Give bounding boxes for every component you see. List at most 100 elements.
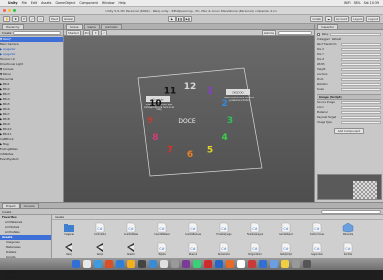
rect-tool-icon[interactable]: ▭ (37, 16, 45, 22)
hand-tool-icon[interactable]: ✋ (3, 16, 11, 22)
dock-app-icon[interactable] (138, 260, 146, 268)
dock-app-icon[interactable] (281, 260, 289, 268)
image-field-input[interactable] (341, 100, 381, 105)
asset-item[interactable]: C# FinalizarJuego (211, 222, 237, 239)
asset-item[interactable]: C# Instrucciones (304, 222, 330, 239)
image-field-input[interactable] (341, 120, 381, 125)
menu-edit[interactable]: Edit (31, 1, 37, 5)
clock-number-10[interactable]: 10 (149, 99, 162, 109)
inspector-field-input[interactable] (341, 57, 381, 62)
dock-app-icon[interactable] (204, 260, 212, 268)
collab-button[interactable]: Collab (310, 16, 324, 22)
dock-app-icon[interactable] (292, 260, 300, 268)
close-window-button[interactable] (3, 9, 6, 12)
asset-item[interactable]: Reloj2 (87, 242, 113, 259)
clock-status[interactable]: Sat 10:39 (364, 1, 379, 5)
asset-item[interactable]: C# FinalizarJuego2 (242, 222, 268, 239)
tag-dropdown[interactable]: Untagged (317, 38, 330, 41)
move-tool-icon[interactable]: ✥ (12, 16, 19, 22)
audio-icon[interactable]: ♪ (101, 29, 107, 36)
gizmos-dropdown[interactable]: Gizmos (261, 29, 276, 36)
dock-app-icon[interactable] (303, 260, 311, 268)
tab-hierarchy[interactable]: Hierarchy (2, 24, 24, 29)
menu-component[interactable]: Component (79, 1, 98, 5)
step-icon[interactable]: ▶❚ (184, 16, 192, 22)
tab-project[interactable]: Project (2, 203, 20, 208)
asset-item[interactable]: Reloj (56, 242, 82, 259)
clock-number-12[interactable]: 12 (184, 82, 197, 92)
folder-tree-item[interactable]: Texturas (0, 275, 51, 280)
layer-dropdown[interactable]: Default (332, 38, 341, 41)
project-search-input[interactable] (321, 209, 381, 214)
layers-dropdown[interactable]: Layers (351, 16, 365, 22)
shading-dropdown[interactable]: Shaded (66, 29, 81, 36)
asset-item[interactable]: C# CuentaBuenas (180, 222, 206, 239)
clock-number-1[interactable]: 1 (207, 87, 213, 97)
dock-app-icon[interactable] (72, 260, 80, 268)
asset-item[interactable]: C# CuentaMalas2 (149, 222, 175, 239)
project-create-button[interactable]: Create (2, 210, 11, 214)
tab-scene[interactable]: Scene (66, 24, 83, 29)
clock-number-3[interactable]: 3 (227, 116, 233, 126)
object-active-checkbox[interactable] (317, 33, 320, 36)
asset-item[interactable]: C# Segundero (304, 242, 330, 259)
asset-item[interactable]: C# CuentaMalas (118, 222, 144, 239)
tab-animator[interactable]: Animator (100, 24, 122, 29)
hierarchy-search-input[interactable] (13, 30, 61, 35)
play-icon[interactable]: ▶ (168, 16, 176, 22)
battery-status[interactable]: 38% (353, 1, 360, 5)
menu-app[interactable]: Unity (8, 1, 18, 5)
asset-item[interactable]: C# Controlador (87, 222, 113, 239)
dock-app-icon[interactable] (105, 260, 113, 268)
asset-item[interactable]: C# GameObject (273, 222, 299, 239)
dock-app-icon[interactable] (116, 260, 124, 268)
tab-game[interactable]: Game (83, 24, 100, 29)
image-field-input[interactable] (341, 105, 381, 110)
menu-window[interactable]: Window (102, 1, 115, 5)
account-dropdown[interactable]: Account (333, 16, 350, 22)
image-field-input[interactable] (341, 110, 381, 115)
pause-icon[interactable]: ❚❚ (176, 16, 184, 22)
object-name-field[interactable] (330, 32, 381, 37)
dock-app-icon[interactable] (226, 260, 234, 268)
image-field-input[interactable] (341, 115, 381, 120)
pivot-toggle[interactable]: Pivot (49, 16, 60, 22)
clock-number-2[interactable]: 2 (221, 99, 227, 109)
scene-viewport[interactable]: Correcto Presiona el numero que correspo… (64, 36, 314, 202)
asset-item[interactable]: Imagenes (56, 222, 82, 239)
asset-item[interactable]: C# Numerador (211, 242, 237, 259)
dock-app-icon[interactable] (149, 260, 157, 268)
dock-app-icon[interactable] (83, 260, 91, 268)
dock-app-icon[interactable] (215, 260, 223, 268)
add-component-button[interactable]: Add Component (334, 128, 364, 134)
inspector-field-input[interactable] (341, 82, 381, 87)
asset-item[interactable]: C# Tarjeta (149, 242, 175, 259)
inspector-field-input[interactable] (341, 67, 381, 72)
tab-inspector[interactable]: Inspector (317, 24, 339, 29)
hierarchy-create-button[interactable]: Create (2, 31, 11, 35)
clock-number-5[interactable]: 5 (207, 145, 213, 155)
menu-gameobject[interactable]: GameObject (55, 1, 75, 5)
inspector-field-input[interactable] (341, 47, 381, 52)
mode-2d-toggle[interactable]: 2D (82, 29, 91, 36)
scale-tool-icon[interactable]: ⤢ (29, 16, 36, 22)
clock-number-7[interactable]: 7 (167, 145, 173, 155)
dock-app-icon[interactable] (193, 260, 201, 268)
dock-app-icon[interactable] (94, 260, 102, 268)
tab-console[interactable]: Console (19, 203, 39, 208)
dock-app-icon[interactable] (171, 260, 179, 268)
asset-item[interactable]: C# Nuevo1 (180, 242, 206, 259)
menu-file[interactable]: File (22, 1, 27, 5)
inspector-field-input[interactable] (341, 62, 381, 67)
wifi-status[interactable]: WiFi (344, 1, 350, 5)
clock-number-11[interactable]: 11 (164, 87, 177, 97)
dock-app-icon[interactable] (160, 260, 168, 268)
inspector-field-input[interactable] (341, 77, 381, 82)
clock-number-6[interactable]: 6 (187, 150, 193, 160)
scene-search-input[interactable] (278, 30, 312, 35)
dock-app-icon[interactable] (259, 260, 267, 268)
inspector-field-input[interactable] (341, 52, 381, 57)
dock-app-icon[interactable] (248, 260, 256, 268)
asset-item[interactable]: C# RelojScript (273, 242, 299, 259)
layout-dropdown[interactable]: Layout (366, 16, 380, 22)
